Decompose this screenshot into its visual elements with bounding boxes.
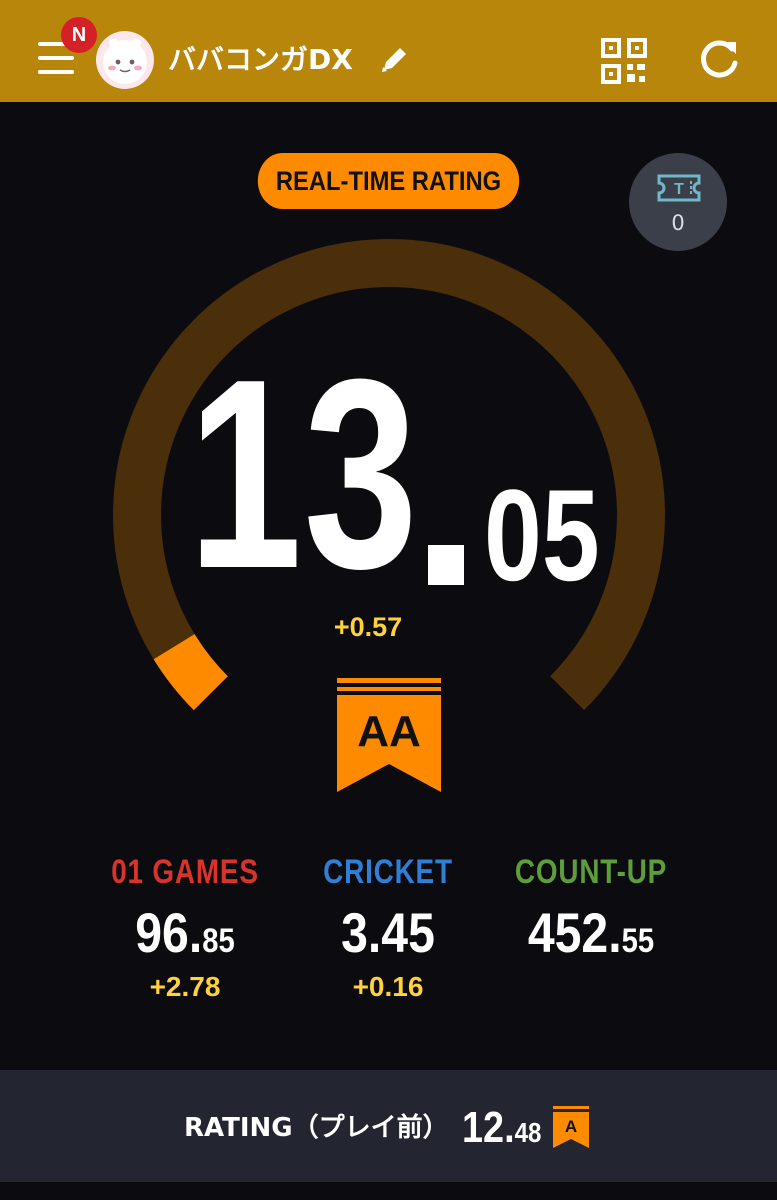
stat-value-int: 3.45 (341, 901, 435, 964)
avatar[interactable] (96, 31, 154, 89)
svg-text:T: T (674, 181, 684, 198)
menu-icon-bar (38, 56, 74, 60)
avatar-face-icon (103, 39, 147, 84)
stat-value: 452.55 (488, 902, 694, 964)
refresh-icon[interactable] (696, 37, 742, 83)
rating-decimal-point (428, 545, 464, 585)
rating-integer: 13 (188, 324, 420, 625)
rating-decimal: 05 (484, 462, 600, 608)
ticket-count: 0 (671, 211, 685, 235)
notification-badge[interactable]: N (61, 17, 97, 53)
pre-play-rating-label: RATING（プレイ前） (184, 1113, 449, 1143)
edit-pencil-icon[interactable] (378, 42, 412, 76)
rating-delta: +0.57 (333, 612, 403, 642)
menu-icon-bar (38, 70, 74, 74)
app-header: N ババコンガDX (0, 0, 777, 102)
pre-play-grade-badge: A (553, 1106, 589, 1148)
grade-text: AA (357, 707, 421, 756)
ticket-icon: T (657, 174, 701, 202)
grade-ribbon: AA (337, 678, 441, 792)
stat-value: 96.85 (82, 902, 288, 964)
stat-delta (471, 970, 711, 1004)
stat-count-up: COUNT-UP 452.55 (471, 850, 711, 1004)
stat-label: CRICKET (323, 853, 453, 891)
pre-play-rating-dec: 48 (514, 1117, 542, 1148)
pre-play-rating-bar: RATING（プレイ前） 12.48 A (0, 1070, 777, 1182)
ticket-button[interactable]: T 0 (629, 153, 727, 251)
stat-label: COUNT-UP (514, 853, 668, 891)
pre-play-rating-value: 12.48 (462, 1100, 541, 1156)
stat-value-dec: 55 (621, 922, 655, 960)
stat-value-int: 96. (135, 901, 203, 964)
stat-value-dec: 85 (202, 922, 235, 960)
stat-value-int: 452. (527, 901, 622, 964)
stat-value: 3.45 (285, 902, 491, 964)
pre-play-rating-int: 12. (462, 1103, 515, 1152)
user-name[interactable]: ババコンガDX (168, 40, 353, 80)
gauge-fill (153, 633, 229, 711)
qr-code-icon[interactable] (601, 38, 647, 84)
realtime-rating-label: REAL-TIME RATING (257, 153, 520, 209)
pre-play-grade-text: A (565, 1117, 577, 1136)
stat-label: 01 GAMES (111, 853, 259, 891)
